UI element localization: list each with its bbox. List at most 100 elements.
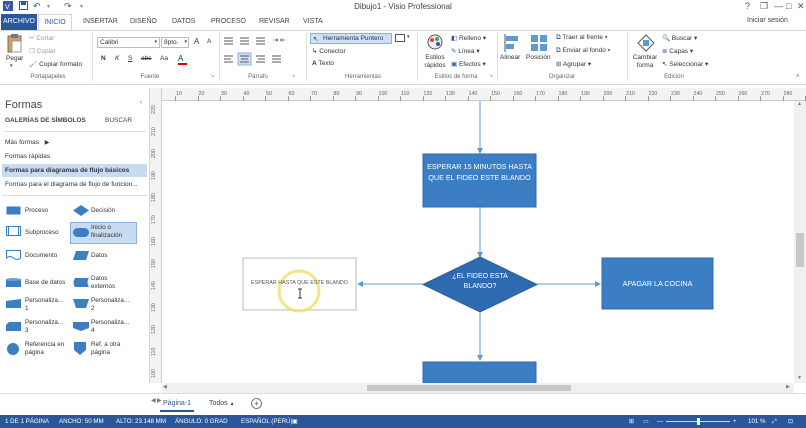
change-case-button[interactable]: Aa — [160, 55, 168, 62]
document-shape-icon[interactable] — [6, 250, 21, 263]
stencil-basic-flowchart[interactable]: Formas para diagramas de flujo básicos — [5, 167, 129, 174]
tab-proceso[interactable]: PROCESO — [211, 18, 246, 25]
chevron-down-icon[interactable]: ▾ — [407, 34, 410, 40]
position-button[interactable]: Posición — [526, 54, 551, 61]
paste-dropdown-icon[interactable]: ▾ — [10, 63, 13, 69]
status-page[interactable]: 1 DE 1 PÁGINA — [5, 418, 49, 425]
shape-personalizado-2[interactable]: Personaliza... 2 — [91, 297, 131, 313]
align-icon[interactable] — [504, 34, 520, 54]
shape-ref-otra-pagina[interactable]: Ref. a otra página — [91, 341, 131, 357]
all-pages-button[interactable]: Todos ▲ — [209, 400, 235, 407]
strikethrough-button[interactable]: abc — [141, 55, 151, 62]
zoom-slider-thumb[interactable] — [697, 418, 700, 425]
connector-button[interactable]: ↳ Conector — [312, 47, 346, 55]
help-button[interactable]: ? — [745, 1, 750, 11]
shape-referencia-en-pagina[interactable]: Referencia en página — [25, 341, 69, 357]
stencil-cross-functional[interactable]: Formas para el diagrama de flujo de func… — [5, 181, 138, 188]
scroll-right-icon[interactable]: ▶ — [786, 384, 790, 390]
editing-text[interactable]: ESPERAR HASTA QUE ESTE BLANDO — [243, 280, 356, 286]
page-nav-left-icon[interactable]: ◀ — [151, 397, 156, 404]
shape-personalizado-1[interactable]: Personaliza... 1 — [25, 297, 65, 313]
underline-button[interactable]: S — [128, 55, 132, 62]
copy-button[interactable]: ❐ Copiar — [29, 47, 56, 55]
presentation-mode-icon[interactable]: ▭ — [643, 418, 649, 425]
horizontal-scrollbar-thumb[interactable] — [367, 385, 571, 391]
change-shape-button[interactable]: Cambiar forma — [631, 54, 659, 70]
custom2-shape-icon[interactable] — [73, 299, 89, 310]
indent-buttons[interactable]: ⇥ ⇤ — [273, 36, 286, 44]
fit-window-icon[interactable]: ⤢ — [772, 418, 777, 426]
font-color-button[interactable]: A — [178, 54, 187, 65]
tab-revisar[interactable]: REVISAR — [259, 18, 290, 25]
custom3-shape-icon[interactable] — [6, 322, 21, 333]
data-shape-icon[interactable] — [73, 251, 89, 262]
paste-button[interactable]: Pegar — [6, 55, 23, 62]
drawing-canvas[interactable]: ESPERAR 15 MINUTOS HASTA QUE EL FIDEO ES… — [162, 101, 794, 383]
line-button[interactable]: ✎ Línea ▾ — [451, 47, 480, 55]
zoom-out-icon[interactable]: — — [657, 418, 663, 425]
find-button[interactable]: 🔍 Buscar ▾ — [662, 34, 697, 42]
process-shape-bottom[interactable] — [422, 361, 537, 383]
text-button[interactable]: A Texto — [312, 60, 334, 67]
pan-zoom-icon[interactable]: ⊡ — [788, 418, 793, 425]
change-shape-icon[interactable] — [637, 34, 655, 54]
select-button[interactable]: ↖ Seleccionar ▾ — [662, 60, 708, 68]
status-language[interactable]: ESPAÑOL (PERÚ) — [241, 418, 293, 425]
align-button[interactable]: Alinear — [500, 54, 520, 61]
fit-page-icon[interactable]: ⊞ — [629, 418, 634, 425]
database-shape-icon[interactable] — [6, 278, 21, 289]
dialog-launcher-icon[interactable]: ↘ — [210, 73, 214, 79]
off-page-reference-shape-icon[interactable] — [74, 342, 86, 357]
shrink-font-button[interactable]: A — [207, 38, 211, 45]
tab-vista[interactable]: VISTA — [303, 18, 323, 25]
dialog-launcher-icon[interactable]: ↘ — [291, 73, 295, 79]
horizontal-scrollbar[interactable]: ◀ ▶ — [162, 383, 794, 393]
font-size-select[interactable]: 8pto. ▾ — [161, 37, 189, 48]
shape-personalizado-3[interactable]: Personaliza... 3 — [25, 319, 65, 335]
quick-styles-icon[interactable] — [426, 34, 444, 54]
close-button[interactable]: ✕ — [797, 1, 805, 12]
vertical-scrollbar-thumb[interactable] — [796, 233, 804, 267]
scroll-up-icon[interactable]: ▲ — [797, 101, 802, 107]
tab-pagina-1[interactable]: Página-1 — [160, 398, 194, 412]
format-painter-button[interactable]: 🖌 Copiar formato — [29, 60, 82, 68]
shape-subproceso[interactable]: Subproceso — [25, 229, 59, 237]
shape-personalizado-4[interactable]: Personaliza... 4 — [91, 319, 131, 335]
fill-button[interactable]: ◧ Relleno ▾ — [451, 34, 486, 42]
vertical-scrollbar[interactable]: ▲ ▼ — [794, 101, 806, 383]
scroll-down-icon[interactable]: ▼ — [797, 375, 802, 381]
more-shapes-link[interactable]: Más formas ▶ — [5, 139, 49, 146]
tab-inicio[interactable]: INICIO — [38, 14, 72, 31]
custom4-shape-icon[interactable] — [73, 322, 89, 333]
shape-proceso[interactable]: Proceso — [25, 207, 48, 215]
group-button[interactable]: ⊞ Agrupar ▾ — [556, 60, 591, 68]
collapse-pane-icon[interactable]: ‹ — [140, 100, 142, 106]
bring-to-front-button[interactable]: ⧉ Traer al frente ▾ — [556, 34, 608, 42]
tab-archivo[interactable]: ARCHIVO — [1, 14, 37, 30]
tab-buscar[interactable]: BUSCAR — [105, 117, 132, 124]
decision-shape-icon[interactable] — [73, 205, 89, 218]
macro-record-icon[interactable]: ▣ — [292, 418, 298, 425]
tab-insertar[interactable]: INSERTAR — [83, 18, 118, 25]
zoom-in-icon[interactable]: + — [733, 418, 737, 425]
layers-button[interactable]: ≣ Capas ▾ — [662, 47, 693, 55]
shape-base-de-datos[interactable]: Base de datos — [25, 279, 65, 287]
position-icon[interactable] — [530, 34, 548, 54]
minimize-button[interactable]: — — [774, 1, 783, 11]
grow-font-button[interactable]: A — [194, 37, 199, 46]
cut-button[interactable]: ✂ Cortar — [29, 34, 54, 42]
sign-in-link[interactable]: Iniciar sesión — [747, 17, 788, 24]
dialog-launcher-icon[interactable]: ↘ — [489, 73, 493, 79]
subprocess-shape-icon[interactable] — [6, 226, 21, 238]
tab-galerias[interactable]: GALERÍAS DE SÍMBOLOS — [5, 117, 86, 124]
send-to-back-button[interactable]: ⧉ Enviar al fondo ▾ — [556, 47, 610, 55]
add-page-button[interactable]: + — [251, 398, 262, 409]
tab-datos[interactable]: DATOS — [172, 18, 195, 25]
paste-icon[interactable] — [6, 34, 24, 56]
bold-button[interactable]: N — [101, 55, 106, 62]
custom1-shape-icon[interactable] — [6, 299, 21, 310]
shape-documento[interactable]: Documento — [25, 252, 57, 260]
effects-button[interactable]: ▣ Efectos ▾ — [451, 60, 486, 68]
ribbon-display-button[interactable]: ❐ — [760, 1, 768, 12]
shape-decision[interactable]: Decisión — [91, 207, 115, 215]
